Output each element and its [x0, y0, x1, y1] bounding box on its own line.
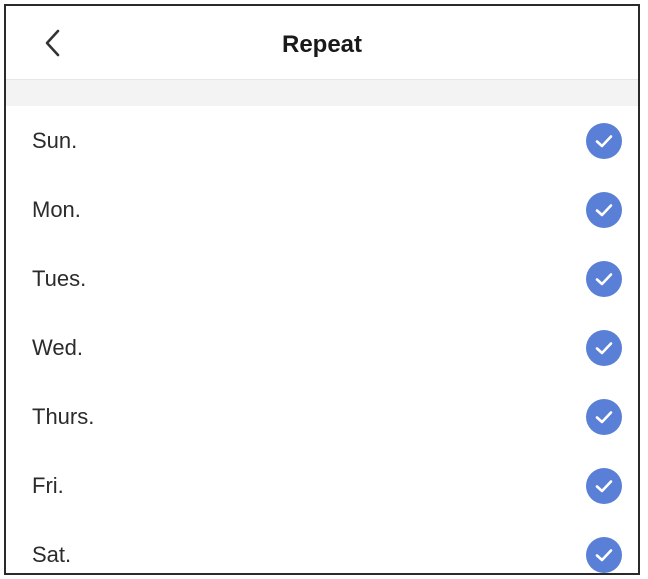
section-divider — [6, 80, 638, 106]
checkmark-icon — [595, 479, 613, 492]
checkmark-icon — [595, 272, 613, 285]
check-icon[interactable] — [586, 467, 622, 504]
check-icon[interactable] — [586, 122, 622, 159]
day-label: Sun. — [32, 127, 78, 153]
checkmark-icon — [595, 134, 613, 147]
day-row-sun[interactable]: Sun. — [6, 106, 638, 175]
checkmark-icon — [595, 341, 613, 354]
day-row-sat[interactable]: Sat. — [6, 520, 638, 573]
day-row-wed[interactable]: Wed. — [6, 313, 638, 382]
page-title: Repeat — [281, 31, 363, 58]
day-row-mon[interactable]: Mon. — [6, 175, 638, 244]
day-label: Sat. — [32, 541, 72, 567]
checkmark-icon — [595, 410, 613, 423]
day-row-thurs[interactable]: Thurs. — [6, 382, 638, 451]
day-label: Thurs. — [32, 403, 95, 429]
check-icon[interactable] — [586, 191, 622, 228]
day-row-fri[interactable]: Fri. — [6, 451, 638, 520]
check-icon[interactable] — [586, 329, 622, 366]
checkmark-icon — [595, 203, 613, 216]
day-label: Mon. — [32, 196, 81, 222]
day-label: Wed. — [32, 334, 83, 360]
phone-screen: Repeat Sun. Mon. Tues. Wed. Thurs. Fri. — [4, 4, 640, 575]
check-icon[interactable] — [586, 536, 622, 573]
chevron-left-icon — [45, 29, 60, 57]
check-icon[interactable] — [586, 398, 622, 435]
check-icon[interactable] — [586, 260, 622, 297]
day-label: Tues. — [32, 265, 87, 291]
back-button[interactable] — [36, 26, 70, 60]
day-label: Fri. — [32, 472, 64, 498]
day-list: Sun. Mon. Tues. Wed. Thurs. Fri. Sat. — [6, 106, 638, 573]
checkmark-icon — [595, 548, 613, 561]
day-row-tues[interactable]: Tues. — [6, 244, 638, 313]
top-bar: Repeat — [6, 6, 638, 80]
